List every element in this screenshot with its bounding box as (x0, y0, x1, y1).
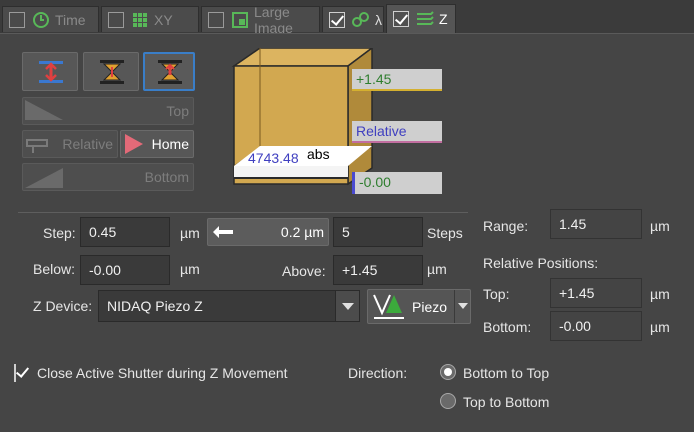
top-button-label: Top (166, 103, 189, 119)
chevron-down-icon (458, 303, 468, 309)
cube-top-value-box: +1.45 (352, 69, 442, 91)
direction-top-to-bottom-radio[interactable] (440, 393, 456, 409)
cube-abs-label: abs (307, 146, 330, 162)
range-value: 1.45 (559, 216, 587, 232)
relative-icon (26, 139, 48, 153)
range-unit: µm (650, 218, 670, 234)
large-image-icon (230, 10, 250, 30)
step-input[interactable]: 0.45 (80, 217, 170, 247)
absolute-mode-icon (100, 60, 124, 84)
cube-bottom-value: -0.00 (359, 174, 391, 190)
tab-wavelength-checkbox[interactable] (329, 11, 345, 28)
step-input-value: 0.45 (89, 224, 117, 240)
direction-bottom-to-top-label: Bottom to Top (463, 365, 550, 381)
z-device-dropdown[interactable] (335, 291, 359, 321)
step-unit: µm (180, 225, 200, 241)
tab-time-checkbox[interactable] (9, 11, 25, 28)
tab-xy-label: XY (154, 11, 173, 28)
clock-icon (31, 10, 51, 30)
steps-label: Steps (427, 225, 463, 241)
direction-bottom-to-top-radio[interactable] (440, 364, 456, 380)
bottom-button[interactable]: Bottom (22, 163, 194, 191)
mode-center-button[interactable] (143, 52, 195, 91)
cube-relative-label: Relative (356, 123, 407, 139)
piezo-icon (373, 294, 404, 319)
center-mode-icon (158, 60, 182, 84)
tab-wavelength-label: λ (375, 11, 382, 28)
cube-current-value: 4743.48 (248, 150, 299, 166)
above-label: Above: (282, 263, 326, 279)
direction-label: Direction: (348, 365, 408, 381)
cube-relative-box: Relative (352, 121, 442, 143)
steps-input-value: 5 (342, 224, 350, 240)
z-panel: Top Relative Home Bottom +1.45 Relative … (0, 33, 694, 432)
above-input-value: +1.45 (342, 262, 378, 278)
piezo-button[interactable]: Piezo (367, 289, 471, 324)
below-label: Below: (33, 261, 76, 277)
close-shutter-label: Close Active Shutter during Z Movement (37, 365, 288, 381)
tab-large-image-checkbox[interactable] (208, 11, 224, 28)
z-device-label: Z Device: (33, 298, 93, 314)
bottom-arrow-icon (25, 168, 63, 188)
home-button[interactable]: Home (120, 130, 194, 158)
relative-bottom-field: -0.00 (550, 311, 642, 341)
wavelength-icon (351, 10, 371, 30)
arrow-left-icon (213, 226, 233, 238)
relative-bottom-unit: µm (650, 319, 670, 335)
above-unit: µm (427, 261, 447, 277)
relative-button[interactable]: Relative (22, 130, 118, 158)
tab-z-checkbox[interactable] (393, 11, 409, 27)
tab-z[interactable]: Z (386, 4, 456, 33)
z-stack-window: Time XY Large Image λ Z Top Relative Hom… (0, 0, 694, 432)
grid-icon (130, 10, 150, 30)
tab-large-image-label: Large Image (254, 3, 293, 36)
z-device-value: NIDAQ Piezo Z (107, 298, 203, 314)
tab-time[interactable]: Time (2, 6, 99, 32)
relative-mode-icon (39, 61, 63, 83)
direction-top-to-bottom-label: Top to Bottom (463, 394, 550, 410)
below-input[interactable]: -0.00 (80, 255, 170, 285)
home-arrow-icon (125, 134, 143, 154)
relative-bottom-value: -0.00 (559, 318, 591, 334)
relative-top-label: Top: (483, 286, 510, 302)
tab-time-label: Time (55, 11, 86, 28)
above-input[interactable]: +1.45 (333, 255, 423, 285)
below-unit: µm (180, 261, 200, 277)
tab-xy-checkbox[interactable] (108, 11, 124, 28)
below-input-value: -0.00 (89, 262, 121, 278)
home-button-label: Home (151, 136, 189, 152)
tab-z-label: Z (439, 11, 448, 27)
top-arrow-icon (25, 100, 63, 120)
tab-xy[interactable]: XY (101, 6, 199, 32)
relative-bottom-label: Bottom: (483, 319, 532, 335)
cube-top-value: +1.45 (356, 71, 392, 87)
relative-positions-label: Relative Positions: (483, 255, 599, 271)
tab-large-image[interactable]: Large Image (201, 4, 320, 36)
cube-bottom-value-box: -0.00 (352, 172, 442, 194)
relative-button-label: Relative (62, 136, 113, 152)
mode-absolute-button[interactable] (83, 52, 139, 91)
relative-top-field: +1.45 (550, 278, 642, 308)
relative-top-unit: µm (650, 286, 670, 302)
range-label: Range: (483, 218, 529, 234)
close-shutter-checkbox[interactable] (14, 364, 16, 382)
mode-relative-button[interactable] (22, 52, 78, 91)
cube-current-box: 4743.48 (242, 148, 304, 168)
top-button[interactable]: Top (22, 97, 194, 125)
piezo-label: Piezo (412, 299, 448, 315)
z-device-select[interactable]: NIDAQ Piezo Z (98, 290, 360, 322)
step-size-value: 0.2 µm (280, 224, 324, 240)
step-label: Step: (43, 225, 76, 241)
divider (18, 212, 468, 213)
step-size-stepper[interactable]: 0.2 µm (207, 218, 329, 246)
chevron-down-icon (342, 303, 354, 310)
relative-top-value: +1.45 (559, 285, 595, 301)
tab-wavelength[interactable]: λ (322, 6, 384, 32)
piezo-dropdown[interactable] (454, 290, 470, 323)
steps-input[interactable]: 5 (333, 217, 423, 247)
range-field: 1.45 (550, 209, 642, 239)
bottom-button-label: Bottom (144, 169, 189, 185)
tab-bar: Time XY Large Image λ Z (0, 0, 694, 36)
z-stack-icon (415, 9, 435, 29)
